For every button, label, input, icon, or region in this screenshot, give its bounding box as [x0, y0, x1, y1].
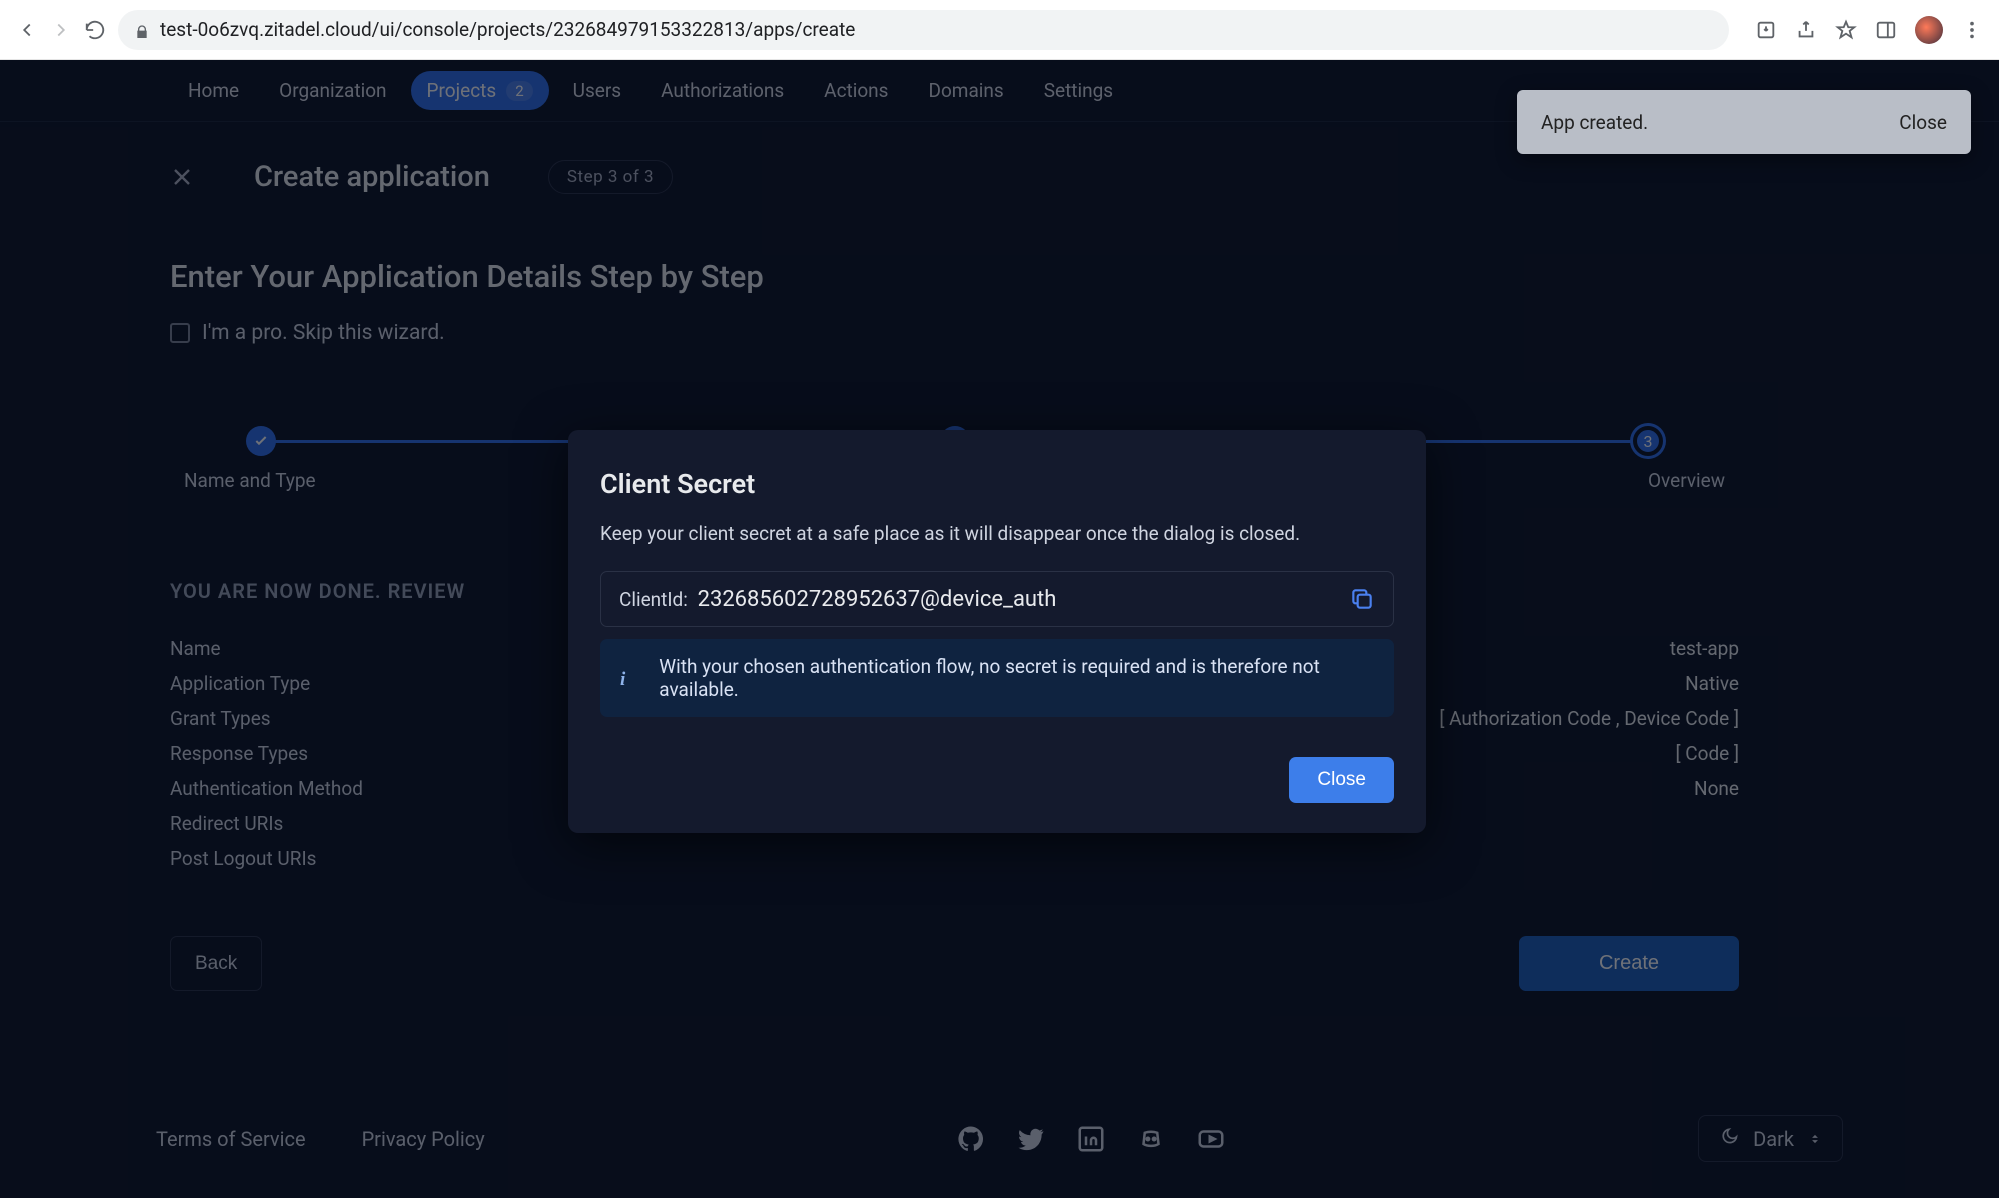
dialog-title: Client Secret	[600, 468, 1394, 500]
toast-message: App created.	[1541, 111, 1648, 134]
client-id-box: ClientId: 232685602728952637@device_auth	[600, 571, 1394, 627]
copy-icon[interactable]	[1349, 586, 1375, 612]
browser-actions	[1755, 16, 1983, 44]
client-id-value: 232685602728952637@device_auth	[698, 587, 1057, 612]
toast-close[interactable]: Close	[1899, 111, 1947, 134]
address-bar[interactable]: test-0o6zvq.zitadel.cloud/ui/console/pro…	[118, 10, 1729, 50]
info-banner: i With your chosen authentication flow, …	[600, 639, 1394, 717]
info-icon: i	[620, 669, 637, 687]
profile-avatar[interactable]	[1915, 16, 1943, 44]
address-url: test-0o6zvq.zitadel.cloud/ui/console/pro…	[160, 18, 855, 41]
panel-icon[interactable]	[1875, 19, 1897, 41]
share-icon[interactable]	[1795, 19, 1817, 41]
star-icon[interactable]	[1835, 19, 1857, 41]
forward-icon[interactable]	[50, 19, 72, 41]
client-secret-dialog: Client Secret Keep your client secret at…	[568, 430, 1426, 833]
dialog-subtitle: Keep your client secret at a safe place …	[600, 522, 1394, 545]
info-text: With your chosen authentication flow, no…	[659, 655, 1374, 701]
dialog-close-button[interactable]: Close	[1289, 757, 1394, 803]
app-shell: Home Organization Projects 2 Users Autho…	[0, 60, 1999, 1198]
back-icon[interactable]	[16, 19, 38, 41]
reload-icon[interactable]	[84, 19, 106, 41]
browser-toolbar: test-0o6zvq.zitadel.cloud/ui/console/pro…	[0, 0, 1999, 60]
kebab-icon[interactable]	[1961, 19, 1983, 41]
lock-icon	[134, 22, 150, 38]
client-id-label: ClientId:	[619, 588, 688, 611]
toast: App created. Close	[1517, 90, 1971, 154]
install-icon[interactable]	[1755, 19, 1777, 41]
